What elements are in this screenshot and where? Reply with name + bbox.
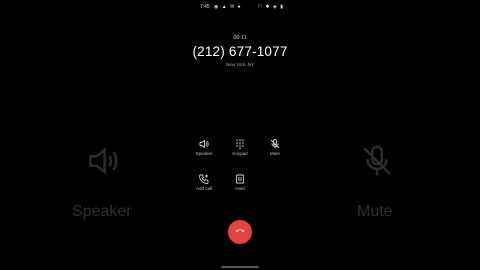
hang-up-icon [234, 223, 246, 241]
add-call-icon [198, 172, 210, 184]
speaker-button[interactable]: Speaker [189, 137, 219, 156]
hold-button[interactable]: Hold [225, 172, 255, 191]
mute-icon [269, 137, 281, 149]
mute-button[interactable]: Mute [260, 137, 290, 156]
status-time: 7:45 [200, 4, 210, 10]
add-call-label: Add call [195, 186, 212, 191]
home-indicator[interactable] [221, 266, 259, 268]
speaker-label: Speaker [195, 151, 213, 156]
hold-label: Hold [235, 186, 245, 191]
keypad-icon [234, 137, 246, 150]
notification-icons: ◉ ▲ ✉ ● [214, 4, 242, 10]
keypad-label: Keypad [232, 151, 248, 156]
keypad-button[interactable]: Keypad [225, 137, 255, 156]
background-speaker-label: Speaker [72, 203, 132, 220]
call-timer: 00:11 [233, 35, 247, 41]
hold-icon [234, 172, 246, 184]
speaker-icon [198, 137, 210, 149]
mute-label: Mute [269, 151, 280, 156]
status-bar: 7:45 ◉ ▲ ✉ ● ⚐ ✱ ◈ ▮ [192, 4, 288, 12]
end-call-button[interactable] [228, 220, 252, 244]
system-icons: ⚐ ✱ ◈ ▮ [257, 4, 284, 10]
add-call-button[interactable]: Add call [189, 172, 219, 191]
caller-location: New York, NY [226, 62, 254, 67]
background-speaker-icon [84, 142, 122, 185]
phone-number: (212) 677-1077 [192, 44, 288, 59]
background-mute-icon [358, 142, 396, 185]
background-mute-label: Mute [357, 203, 393, 220]
